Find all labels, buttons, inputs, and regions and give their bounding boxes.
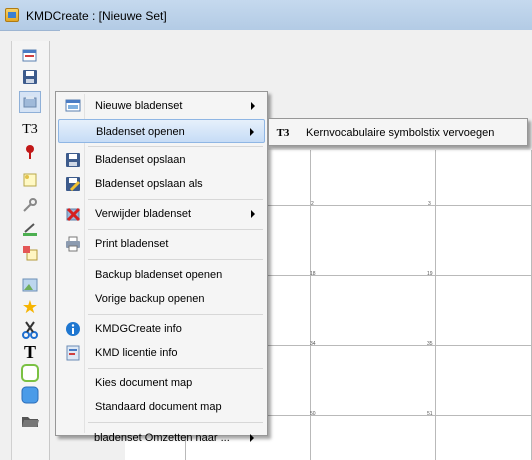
submenu-item-kernvocabulaire[interactable]: T3 Kernvocabulaire symbolstix vervoegen — [271, 121, 525, 145]
rounded-frame-icon[interactable] — [19, 362, 41, 384]
cell-number: 2 — [311, 201, 314, 207]
menu-item-print-bladenset[interactable]: Print bladenset — [58, 232, 265, 256]
text-icon[interactable]: T — [19, 341, 41, 363]
menu-item-label: Bladenset opslaan als — [95, 178, 203, 190]
menu-item-label: Vorige backup openen — [95, 293, 205, 305]
cell-number: 51 — [427, 411, 433, 417]
cell-number: 3 — [428, 201, 431, 207]
save-icon[interactable] — [19, 66, 41, 88]
window-title: KMDCreate : [Nieuwe Set] — [26, 9, 167, 23]
submenu-item-label: Kernvocabulaire symbolstix vervoegen — [306, 127, 495, 139]
menu-item-bladenset-opslaan[interactable]: Bladenset opslaan — [58, 148, 265, 172]
info-icon — [65, 321, 81, 337]
t3-icon: T3 — [276, 127, 290, 139]
menu-item-label: Bladenset opslaan — [95, 154, 186, 166]
cell-number: 35 — [427, 341, 433, 347]
open-set-icon[interactable] — [19, 91, 41, 113]
star-icon[interactable]: ★ — [19, 296, 41, 318]
cell-number: 18 — [310, 271, 316, 277]
menu-item-kies-document-map[interactable]: Kies document map — [58, 371, 265, 395]
delete-icon — [65, 206, 81, 222]
menu-item-label: Verwijder bladenset — [95, 208, 192, 220]
open-submenu: T3 Kernvocabulaire symbolstix vervoegen — [268, 118, 528, 146]
new-set-icon[interactable] — [19, 45, 41, 67]
folder-icon[interactable] — [19, 410, 41, 432]
new-set-icon — [65, 98, 81, 114]
image-icon[interactable] — [19, 274, 41, 296]
menu-item-label: Standaard document map — [95, 401, 222, 413]
printer-icon — [65, 236, 81, 252]
file-menu: Nieuwe bladenset Bladenset openen Bladen… — [55, 91, 268, 436]
menu-item-nieuwe-bladenset[interactable]: Nieuwe bladenset — [58, 94, 265, 118]
app-icon — [5, 8, 19, 22]
submenu-arrow-icon — [251, 210, 255, 218]
menu-item-label: Kies document map — [95, 377, 193, 389]
submenu-arrow-icon — [250, 128, 254, 136]
note-icon[interactable] — [19, 169, 41, 191]
left-toolbar: T3 ★ T — [11, 41, 50, 460]
cell-number: 19 — [427, 271, 433, 277]
cell-number: 50 — [310, 411, 316, 417]
cell-number: 34 — [310, 341, 316, 347]
title-bar: KMDCreate : [Nieuwe Set] — [0, 0, 532, 31]
menu-item-bladenset-openen[interactable]: Bladenset openen — [58, 119, 265, 143]
menu-item-verwijder-bladenset[interactable]: Verwijder bladenset — [58, 202, 265, 226]
menu-item-backup-bladenset-openen[interactable]: Backup bladenset openen — [58, 263, 265, 287]
menu-item-label: Print bladenset — [95, 238, 169, 250]
t3-icon[interactable]: T3 — [19, 119, 41, 141]
menu-item-standaard-document-map[interactable]: Standaard document map — [58, 395, 265, 419]
submenu-arrow-icon — [250, 434, 254, 442]
pin-icon[interactable] — [19, 141, 41, 163]
key-icon[interactable] — [19, 194, 41, 216]
menu-item-label: bladenset Omzetten naar ... — [94, 432, 230, 444]
save-as-icon — [65, 176, 81, 192]
menu-item-kmd-licentie-info[interactable]: KMD licentie info — [58, 341, 265, 365]
menu-item-label: KMDGCreate info — [95, 323, 182, 335]
menu-item-kmdgcreate-info[interactable]: KMDGCreate info — [58, 317, 265, 341]
copy-icon[interactable] — [19, 242, 41, 264]
menu-item-bladenset-opslaan-als[interactable]: Bladenset opslaan als — [58, 172, 265, 196]
save-icon — [65, 152, 81, 168]
scissors-icon[interactable] — [19, 319, 41, 341]
edit-icon[interactable] — [19, 219, 41, 241]
menu-item-vorige-backup-openen[interactable]: Vorige backup openen — [58, 287, 265, 311]
menu-item-label: Bladenset openen — [96, 126, 185, 138]
menu-item-label: Nieuwe bladenset — [95, 100, 183, 112]
blue-frame-icon[interactable] — [19, 384, 41, 406]
submenu-arrow-icon — [251, 102, 255, 110]
menu-item-bladenset-omzetten-naar[interactable]: bladenset Omzetten naar ... — [57, 426, 264, 450]
license-icon — [65, 345, 81, 361]
menu-item-label: KMD licentie info — [95, 347, 178, 359]
menu-item-label: Backup bladenset openen — [95, 269, 223, 281]
